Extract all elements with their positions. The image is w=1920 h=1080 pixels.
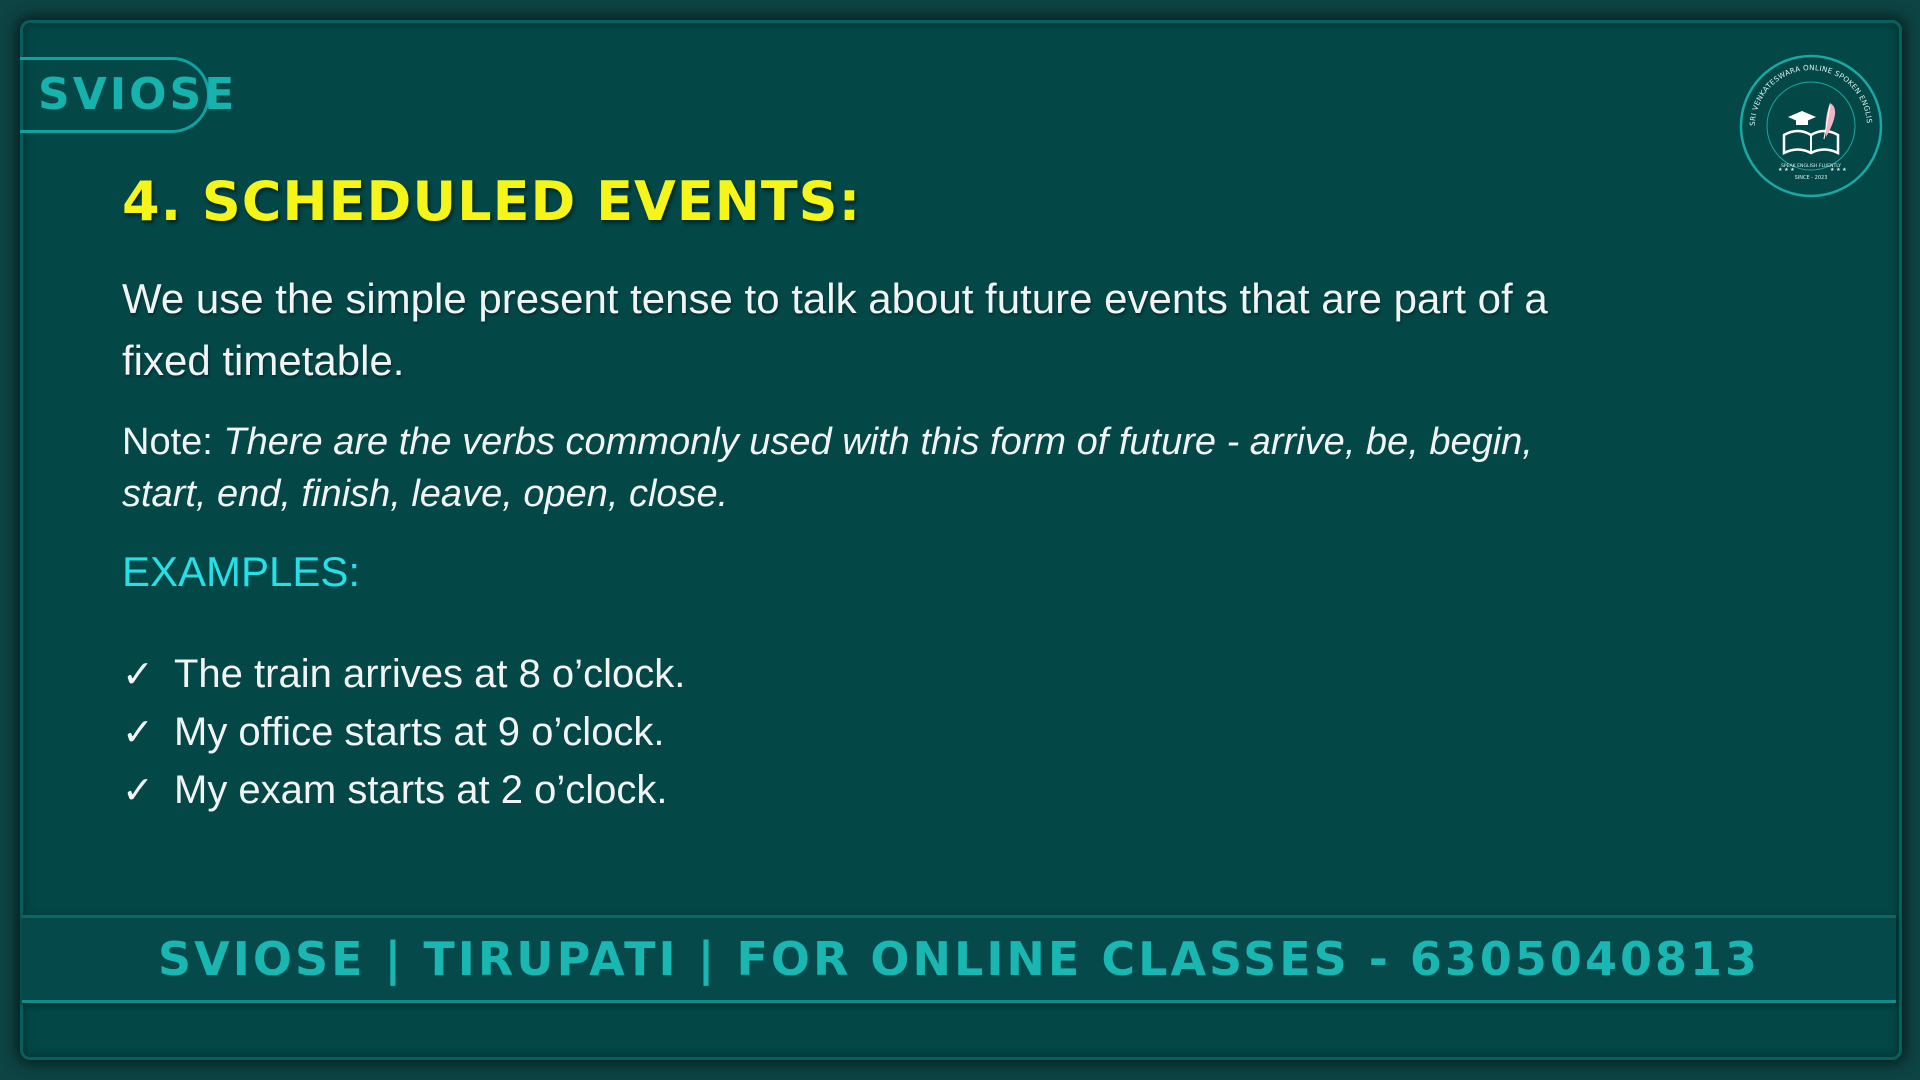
note-label: Note: <box>122 421 213 463</box>
checkmark-icon: ✓ <box>122 654 154 696</box>
note-text: There are the verbs commonly used with t… <box>122 421 1533 515</box>
description-text: We use the simple present tense to talk … <box>122 275 1548 384</box>
example-item: ✓ The train arrives at 8 o’clock. <box>122 645 685 703</box>
example-text: My exam starts at 2 o’clock. <box>174 768 668 812</box>
school-logo: SRI VENKATESWARA ONLINE SPOKEN ENGLISH S… <box>1738 53 1883 198</box>
logo-stars-right: ★ ★ ★ <box>1830 167 1847 173</box>
examples-heading: EXAMPLES: <box>122 548 361 595</box>
checkmark-icon: ✓ <box>122 712 154 754</box>
logo-since: SINCE - 2023 <box>1795 175 1828 181</box>
note: Note: There are the verbs commonly used … <box>122 416 1602 520</box>
footer-bar: SVIOSE | TIRUPATI | FOR ONLINE CLASSES -… <box>22 915 1896 1003</box>
slide: SVIOSE SRI VENKATESWARA ONLINE SPOKEN EN… <box>0 0 1920 1080</box>
slide-heading: 4. SCHEDULED EVENTS: <box>122 170 862 233</box>
brand-tab: SVIOSE <box>20 57 234 133</box>
logo-stars-left: ★ ★ ★ <box>1778 167 1795 173</box>
example-text: The train arrives at 8 o’clock. <box>174 652 686 696</box>
example-item: ✓ My exam starts at 2 o’clock. <box>122 761 685 819</box>
example-item: ✓ My office starts at 9 o’clock. <box>122 703 685 761</box>
example-text: My office starts at 9 o’clock. <box>174 710 665 754</box>
book-graduation-cap-feather-icon <box>1782 103 1840 156</box>
checkmark-icon: ✓ <box>122 770 154 812</box>
footer-text: SVIOSE | TIRUPATI | FOR ONLINE CLASSES -… <box>158 932 1760 986</box>
examples-list: ✓ The train arrives at 8 o’clock. ✓ My off… <box>122 645 685 819</box>
